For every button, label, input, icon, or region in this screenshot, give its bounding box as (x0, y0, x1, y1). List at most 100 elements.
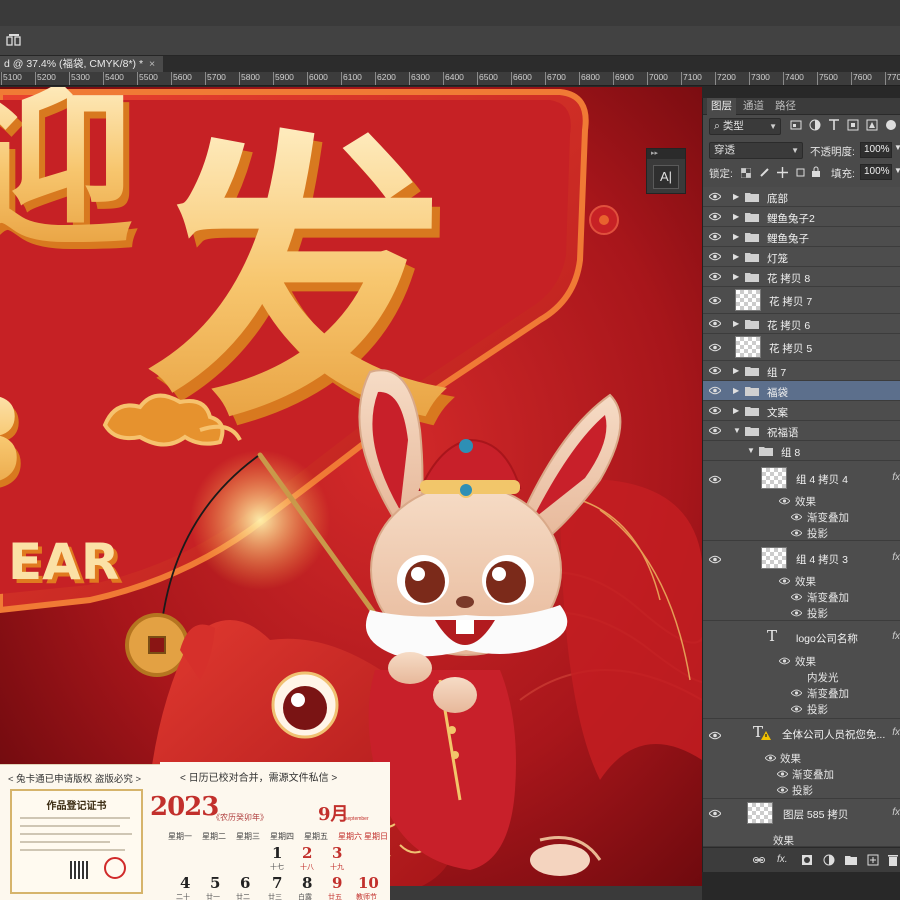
fx-icon[interactable]: fx (892, 552, 900, 563)
filter-type-icon[interactable] (828, 119, 840, 131)
layer-row[interactable]: ▶ 组 7 (703, 361, 900, 381)
filter-adjustment-icon[interactable] (809, 119, 821, 131)
layer-row[interactable]: T 全体公司人员祝您免... fx 效果 渐变叠加 投影 (703, 719, 900, 799)
effect-eye-icon[interactable] (777, 786, 788, 794)
document-tab[interactable]: d @ 37.4% (福袋, CMYK/8*) * × (0, 56, 164, 72)
calendar-day: 8 (302, 874, 313, 892)
new-layer-icon[interactable] (867, 854, 879, 866)
fill-input[interactable]: 100% (860, 164, 892, 180)
effect-eye-icon[interactable] (791, 593, 802, 601)
mini-panel-header[interactable]: ▸▸ (647, 149, 685, 159)
visibility-eye-icon[interactable] (709, 426, 721, 435)
layer-row[interactable]: ▶ 鲤鱼兔子2 (703, 207, 900, 227)
ruler-tick (35, 72, 36, 85)
layer-row[interactable]: ▼ 祝福语 (703, 421, 900, 441)
layer-row[interactable]: ▶ 底部 (703, 187, 900, 207)
chevron-right-icon[interactable]: ▶ (733, 366, 739, 375)
layer-row[interactable]: ▶ 灯笼 (703, 247, 900, 267)
fx-icon[interactable]: fx (892, 631, 900, 642)
visibility-eye-icon[interactable] (709, 212, 721, 221)
visibility-eye-icon[interactable] (709, 555, 721, 564)
character-panel-button[interactable]: A| (653, 165, 679, 189)
visibility-eye-icon[interactable] (709, 475, 721, 484)
adjustment-layer-icon[interactable] (823, 854, 835, 866)
layer-row[interactable]: ▶ 鲤鱼兔子 (703, 227, 900, 247)
artboard-tool-icon[interactable] (6, 33, 22, 47)
chevron-right-icon[interactable]: ▶ (733, 252, 739, 261)
fx-icon[interactable]: fx (892, 807, 900, 818)
chevron-right-icon[interactable]: ▶ (733, 212, 739, 221)
layer-name: 花 拷贝 6 (767, 320, 811, 332)
tab-channels[interactable]: 通道 (739, 98, 768, 115)
add-mask-icon[interactable] (801, 854, 813, 866)
visibility-eye-icon[interactable] (709, 343, 721, 352)
filter-smart-object-icon[interactable] (866, 119, 878, 131)
layer-row[interactable]: ▶ 文案 (703, 401, 900, 421)
effect-eye-icon[interactable] (791, 513, 802, 521)
chevron-down-icon[interactable]: ▼ (894, 166, 900, 175)
visibility-eye-icon[interactable] (709, 319, 721, 328)
layer-row[interactable]: ▶ 花 拷贝 8 (703, 267, 900, 287)
layer-row[interactable]: 图层 585 拷贝 fx 效果 (703, 799, 900, 847)
effect-eye-icon[interactable] (779, 657, 790, 665)
visibility-eye-icon[interactable] (709, 272, 721, 281)
new-group-icon[interactable] (845, 854, 857, 866)
effect-eye-icon[interactable] (791, 529, 802, 537)
layer-row[interactable]: 花 拷贝 5 (703, 334, 900, 361)
chevron-right-icon[interactable]: ▶ (733, 319, 739, 328)
visibility-eye-icon[interactable] (709, 232, 721, 241)
filter-shape-icon[interactable] (847, 119, 859, 131)
lock-transparent-icon[interactable] (741, 168, 751, 178)
chevron-right-icon[interactable]: ▶ (733, 232, 739, 241)
visibility-eye-icon[interactable] (709, 252, 721, 261)
chevron-right-icon[interactable]: ▶ (733, 272, 739, 281)
layer-row[interactable]: ▶ 花 拷贝 6 (703, 314, 900, 334)
chevron-down-icon[interactable]: ▼ (747, 446, 755, 455)
blend-mode-dropdown[interactable]: 穿透 ▼ (709, 142, 803, 159)
layers-panel: 图层 通道 路径 ⌕ 类型 ▼ 穿透 ▼ 不透明度: 100% ▼ 锁定: 填充… (702, 98, 900, 872)
horizontal-ruler[interactable]: 5100 5200 5300 5400 5500 5600 5700 5800 5900 6000… (0, 72, 900, 86)
chevron-right-icon[interactable]: ▶ (733, 386, 739, 395)
trash-icon[interactable] (887, 854, 899, 866)
tab-layers[interactable]: 图层 (707, 98, 736, 115)
fx-icon[interactable]: fx (892, 727, 900, 738)
layer-row[interactable]: 花 拷贝 7 (703, 287, 900, 314)
chevron-right-icon[interactable]: ▶ (733, 192, 739, 201)
effect-eye-icon[interactable] (779, 497, 790, 505)
opacity-input[interactable]: 100% (860, 142, 892, 158)
chevron-down-icon[interactable]: ▼ (894, 143, 900, 152)
visibility-eye-icon[interactable] (709, 406, 721, 415)
effect-eye-icon[interactable] (791, 609, 802, 617)
visibility-eye-icon[interactable] (709, 731, 721, 740)
lock-all-icon[interactable] (811, 166, 821, 178)
layer-row[interactable]: T logo公司名称 fx 效果 内发光 渐变叠加 投影 (703, 621, 900, 719)
chevron-down-icon[interactable]: ▼ (733, 426, 741, 435)
layer-row[interactable]: 组 4 拷贝 3 fx 效果 渐变叠加 投影 (703, 541, 900, 621)
lock-artboard-icon[interactable] (795, 167, 806, 178)
effect-eye-icon[interactable] (777, 770, 788, 778)
link-layers-icon[interactable] (753, 854, 765, 866)
visibility-eye-icon[interactable] (709, 192, 721, 201)
visibility-eye-icon[interactable] (709, 366, 721, 375)
effect-eye-icon[interactable] (765, 754, 776, 762)
layer-row[interactable]: 组 4 拷贝 4 fx 效果 渐变叠加 投影 (703, 461, 900, 541)
fx-icon[interactable]: fx. (777, 854, 789, 866)
effect-eye-icon[interactable] (791, 705, 802, 713)
chevron-right-icon[interactable]: ▶ (733, 406, 739, 415)
visibility-eye-icon[interactable] (709, 296, 721, 305)
visibility-eye-icon[interactable] (709, 809, 721, 818)
effect-eye-icon[interactable] (779, 577, 790, 585)
lock-move-icon[interactable] (777, 167, 788, 178)
lock-brush-icon[interactable] (759, 167, 770, 178)
layer-row[interactable]: ▼ 组 8 (703, 441, 900, 461)
layer-name: 福袋 (767, 387, 788, 399)
filter-kind-dropdown[interactable]: ⌕ 类型 ▼ (709, 118, 781, 135)
layer-row-selected[interactable]: ▶ 福袋 (703, 381, 900, 401)
visibility-eye-icon[interactable] (709, 386, 721, 395)
tab-paths[interactable]: 路径 (771, 98, 800, 115)
filter-pixel-icon[interactable] (790, 119, 802, 131)
fx-icon[interactable]: fx (892, 472, 900, 483)
close-tab-icon[interactable]: × (149, 58, 155, 70)
effect-eye-icon[interactable] (791, 689, 802, 697)
filter-toggle-icon[interactable] (885, 119, 897, 131)
